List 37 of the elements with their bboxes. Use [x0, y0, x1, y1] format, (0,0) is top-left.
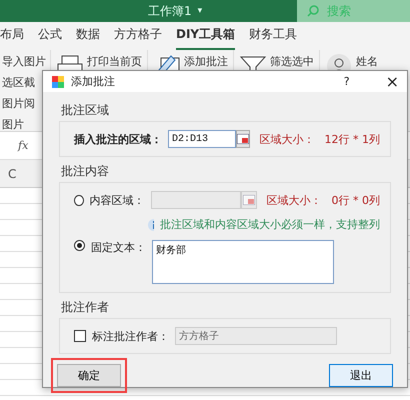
radio-label: 固定文本：	[91, 240, 146, 255]
radio-button[interactable]	[74, 240, 85, 251]
column-header: C	[8, 166, 16, 180]
size-value: 0行 * 0列	[332, 192, 380, 208]
radio-label: 内容区域：	[90, 192, 145, 208]
size-value: 12行 * 1列	[324, 132, 380, 146]
size-label: 区域大小：	[260, 132, 314, 146]
window-title: 工作簿1	[148, 2, 192, 20]
field-label: 插入批注的区域：	[74, 132, 162, 146]
text-field[interactable]: 财务部	[152, 240, 334, 284]
radio-button[interactable]	[74, 194, 84, 206]
app-icon	[51, 74, 65, 88]
group-title: 批注作者	[61, 299, 110, 316]
group-label: 图片	[2, 117, 25, 132]
hint-text: 批注区域和内容区域大小必须一样，支持整列	[160, 217, 380, 232]
checkbox[interactable]	[74, 330, 86, 342]
range-picker-button[interactable]	[236, 130, 250, 148]
group-title: 批注内容	[61, 163, 110, 180]
ribbon-tab[interactable]: 公式	[38, 26, 62, 50]
ribbon-tab[interactable]: 财务工具	[249, 26, 298, 50]
ribbon-tab[interactable]: 方方格子	[114, 26, 162, 50]
ribbon-item[interactable]: 导入图片	[2, 54, 50, 69]
ok-button[interactable]: 确定	[57, 364, 121, 387]
size-label: 区域大小：	[266, 192, 322, 208]
checkbox-label: 标注批注作者：	[92, 328, 169, 344]
caret-icon[interactable]: ▾	[198, 6, 202, 16]
author-field[interactable]: 方方格子	[175, 327, 337, 345]
ribbon-tab[interactable]: 数据	[76, 26, 100, 50]
help-button[interactable]: ?	[344, 75, 350, 88]
function-label: fx	[18, 139, 28, 152]
exit-button[interactable]: 退出	[329, 364, 393, 387]
content-range-field[interactable]	[150, 191, 242, 209]
search-icon	[307, 5, 319, 17]
info-icon	[148, 218, 154, 230]
close-button[interactable]: ×	[386, 72, 399, 91]
ribbon-tab[interactable]: 布局	[0, 26, 24, 50]
group-title: 批注区域	[61, 102, 110, 119]
